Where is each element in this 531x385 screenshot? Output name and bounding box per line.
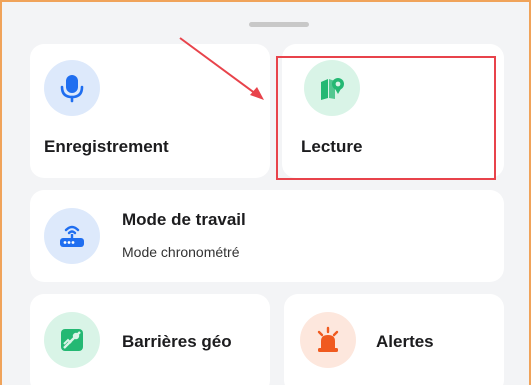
alerts-label: Alertes	[376, 332, 434, 351]
geofence-map-icon	[44, 312, 100, 368]
microphone-icon	[44, 60, 100, 116]
recording-tile[interactable]: Enregistrement	[30, 44, 270, 178]
drag-handle[interactable]	[249, 22, 309, 27]
work-mode-value: Mode chronométré	[122, 244, 240, 260]
siren-icon	[300, 312, 356, 368]
router-icon	[44, 208, 100, 264]
playback-label: Lecture	[301, 137, 363, 156]
geofence-tile[interactable]: Barrières géo	[30, 294, 270, 385]
map-pin-icon	[304, 60, 360, 116]
work-mode-label: Mode de travail	[122, 210, 246, 229]
work-mode-tile[interactable]: Mode de travail Mode chronométré	[30, 190, 504, 282]
bottom-sheet: Enregistrement Lecture Mode de travail M…	[0, 0, 531, 385]
playback-tile[interactable]: Lecture	[282, 44, 504, 178]
alerts-tile[interactable]: Alertes	[284, 294, 504, 385]
recording-label: Enregistrement	[44, 137, 169, 156]
geofence-label: Barrières géo	[122, 332, 232, 351]
